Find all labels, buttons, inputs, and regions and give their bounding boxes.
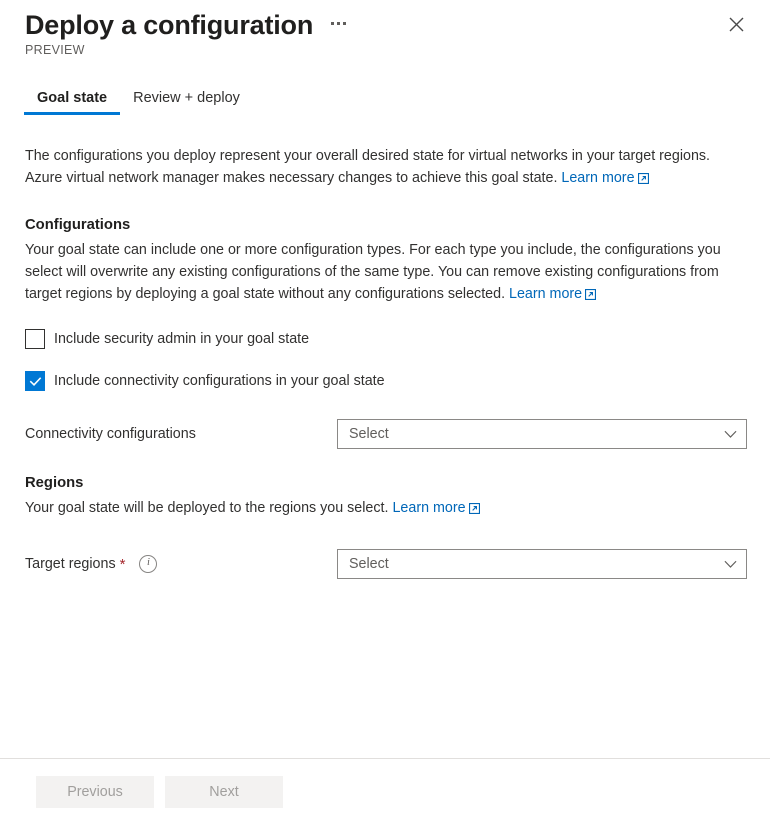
field-connectivity-configurations: Connectivity configurations Select <box>25 419 747 449</box>
external-link-icon <box>468 499 480 521</box>
next-button[interactable]: Next <box>165 776 283 808</box>
target-regions-dropdown[interactable]: Select <box>337 549 747 579</box>
configurations-learn-more-label: Learn more <box>509 286 583 302</box>
connectivity-configurations-label-text: Connectivity configurations <box>25 426 196 442</box>
regions-description: Your goal state will be deployed to the … <box>25 497 746 521</box>
checkbox-include-connectivity-configurations[interactable]: Include connectivity configurations in y… <box>25 371 385 391</box>
required-asterisk: * <box>119 555 126 573</box>
checkbox-include-security-admin[interactable]: Include security admin in your goal stat… <box>25 329 309 349</box>
regions-heading: Regions <box>25 475 84 491</box>
ellipsis-icon[interactable] <box>329 20 348 27</box>
checkbox-box[interactable] <box>25 329 45 349</box>
configurations-description: Your goal state can include one or more … <box>25 239 746 307</box>
configurations-learn-more-link[interactable]: Learn more <box>509 286 597 302</box>
info-icon[interactable]: i <box>139 555 158 573</box>
intro-learn-more-link[interactable]: Learn more <box>561 170 649 186</box>
tab-review-deploy-label: Review + deploy <box>133 90 240 106</box>
target-regions-label: Target regions * i <box>25 555 337 573</box>
checkbox-include-security-admin-label: Include security admin in your goal stat… <box>54 331 310 347</box>
connectivity-configurations-label: Connectivity configurations <box>25 426 337 442</box>
connectivity-configurations-dropdown-value: Select <box>349 426 389 442</box>
close-icon[interactable] <box>720 8 752 40</box>
target-regions-dropdown-value: Select <box>349 556 389 572</box>
intro-learn-more-label: Learn more <box>561 170 635 186</box>
configurations-heading: Configurations <box>25 217 131 233</box>
external-link-icon <box>585 285 597 307</box>
page-title: Deploy a configuration <box>25 10 314 40</box>
ellipsis-dot <box>343 22 347 25</box>
title-row: Deploy a configuration <box>0 8 770 42</box>
checkbox-include-connectivity-configurations-label: Include connectivity configurations in y… <box>54 373 385 389</box>
configurations-description-text: Your goal state can include one or more … <box>25 242 721 302</box>
target-regions-label-text: Target regions <box>25 556 116 572</box>
blade-content: The configurations you deploy represent … <box>0 145 770 579</box>
tab-review-deploy[interactable]: Review + deploy <box>120 84 253 115</box>
check-icon <box>29 376 41 386</box>
ellipsis-dot <box>337 22 341 25</box>
chevron-down-icon <box>724 560 737 569</box>
footer-bar: Previous Next <box>0 759 770 825</box>
blade-header: Deploy a configuration PREVIEW <box>0 0 770 57</box>
connectivity-configurations-dropdown[interactable]: Select <box>337 419 747 449</box>
tab-goal-state-label: Goal state <box>37 90 108 106</box>
external-link-icon <box>637 169 649 191</box>
preview-badge: PREVIEW <box>25 43 85 57</box>
chevron-down-icon <box>724 430 737 439</box>
previous-button[interactable]: Previous <box>36 776 154 808</box>
regions-learn-more-label: Learn more <box>392 500 466 516</box>
regions-learn-more-link[interactable]: Learn more <box>392 500 480 516</box>
checkbox-box[interactable] <box>25 371 45 391</box>
field-target-regions: Target regions * i Select <box>25 549 747 579</box>
ellipsis-dot <box>331 22 335 25</box>
tab-goal-state[interactable]: Goal state <box>24 84 121 115</box>
intro-paragraph: The configurations you deploy represent … <box>25 145 746 191</box>
tab-list: Goal state Review + deploy <box>0 84 770 115</box>
regions-description-text: Your goal state will be deployed to the … <box>25 500 393 516</box>
